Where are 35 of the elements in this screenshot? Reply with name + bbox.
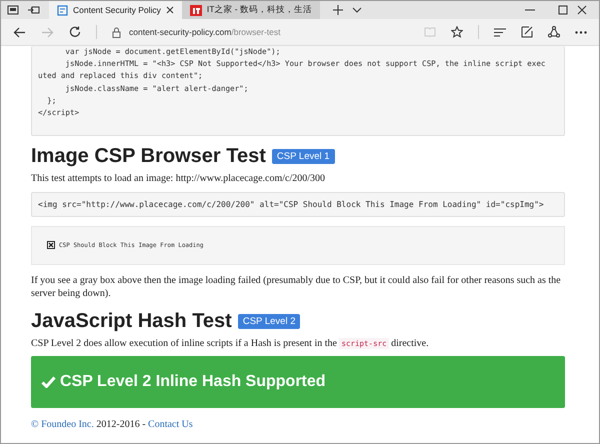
body-text: If you see a gray box above then the image loading failed (presumably due to CSP, but it could also fail for other reasons such as the server being down). xyxy=(31,274,562,301)
tabs-aside-icon[interactable] xyxy=(7,5,19,15)
check-icon xyxy=(41,376,56,388)
browser-tab[interactable]: Content Security Policy xyxy=(49,1,182,19)
section-heading: Image CSP Browser Test xyxy=(31,145,266,168)
contact-link[interactable]: Contact Us xyxy=(148,419,193,430)
site-logo-icon xyxy=(190,4,202,16)
footer-text: © Foundeo Inc. 2012-2016 - Contact Us xyxy=(31,418,194,432)
broken-image-icon xyxy=(47,241,55,250)
alert-text: CSP Level 2 Inline Hash Supported xyxy=(60,373,326,392)
note-pen-icon[interactable] xyxy=(521,26,533,38)
close-icon[interactable] xyxy=(166,6,174,14)
address-field[interactable]: content-security-policy.com/browser-test xyxy=(129,27,280,37)
share-icon[interactable] xyxy=(548,26,560,38)
tab-title: IT之家 - 数码，科技，生活 xyxy=(206,4,312,16)
star-icon[interactable] xyxy=(451,26,463,38)
section-heading: JavaScript Hash Test xyxy=(31,310,232,333)
more-icon[interactable] xyxy=(575,30,587,34)
lock-icon xyxy=(112,26,121,38)
new-tab-icon[interactable] xyxy=(332,5,343,15)
body-text: This test attempts to load an image: http://www.placecage.com/c/200/300 xyxy=(31,172,326,186)
code-block: <img src="http://www.placecage.com/c/200/200" alt="CSP Should Block This Image From Loading" id="cspImg"> xyxy=(31,192,565,217)
browser-tab[interactable]: IT之家 - 数码，科技，生活 xyxy=(182,1,320,19)
close-icon[interactable] xyxy=(577,5,587,15)
chevron-down-icon[interactable] xyxy=(352,7,362,13)
hub-icon[interactable] xyxy=(494,28,506,36)
back-icon[interactable] xyxy=(13,26,26,38)
maximize-icon[interactable] xyxy=(558,5,568,15)
tab-restore-icon[interactable] xyxy=(28,5,40,15)
page-icon xyxy=(57,4,68,16)
tab-title: Content Security Policy xyxy=(73,5,161,15)
level-badge: CSP Level 2 xyxy=(238,314,300,329)
company-link[interactable]: © Foundeo Inc. xyxy=(31,419,94,430)
refresh-icon[interactable] xyxy=(69,26,81,38)
level-badge: CSP Level 1 xyxy=(272,149,335,164)
